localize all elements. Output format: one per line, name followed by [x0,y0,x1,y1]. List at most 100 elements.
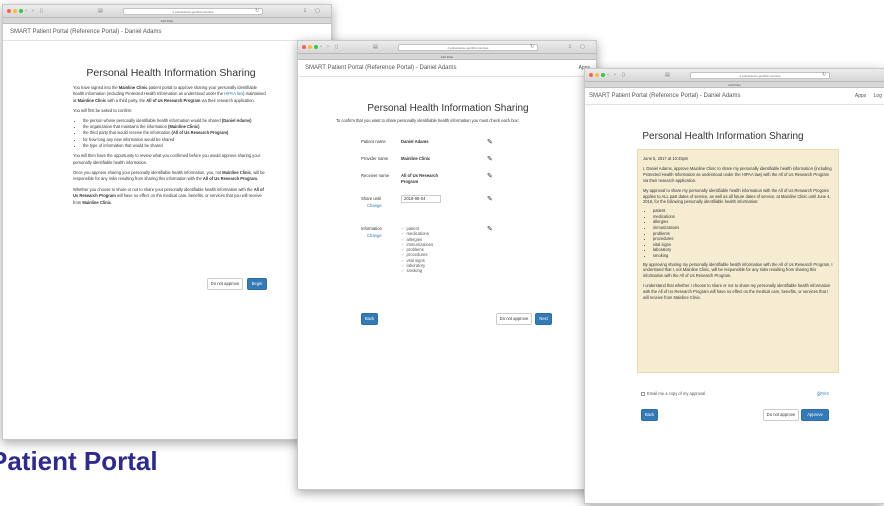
browser-window-confirm: ‹ › ▯ ▤ ri.portal.demo.gsmfhir.com/ces ↻… [297,40,597,490]
downloads-icon[interactable]: ⇩ [303,8,307,14]
browser-toolbar: ‹ › ▯ ▤ ri.portal.demo.gsmfhir.com/ces ↻… [298,41,596,54]
next-button[interactable]: Next [535,313,552,325]
no-effect-statement: I understand that whether I choose to sh… [643,282,831,300]
back-button[interactable]: Back [361,313,378,325]
share-icon[interactable]: ▤ [373,44,378,50]
information-change-link[interactable]: Change [367,233,382,239]
address-bar-url: ri.portal.demo.gsmfhir.com/ces [447,46,489,50]
portal-nav: Apps Log [849,93,882,99]
forward-arrow-icon[interactable]: › [614,72,616,78]
begin-button[interactable]: Begin [247,278,267,290]
email-copy-label: Email me a copy of my approval [647,391,706,396]
reader-icon[interactable]: ▯ [335,44,338,50]
screenshot-stage: ‹ › ▯ ▤ ri.portal.demo.gsmfhir.com/ces ↻… [0,0,884,506]
portal-navbar: SMART Patient Portal (Reference Portal) … [585,88,884,105]
list-item: the type of information that would be sh… [83,143,269,149]
do-not-approve-button[interactable]: Do not approve [763,409,799,421]
approval-scope: My approval to share my personally ident… [643,187,831,205]
patient-name-label: Patient name [361,139,386,144]
list-item[interactable]: smoking [401,268,461,273]
do-not-approve-button[interactable]: Do not approve [207,278,243,290]
browser-toolbar: ‹ › ▯ ▤ ri.portal.demo.gsmfhir.com/ces ↻ [585,69,884,82]
slide-caption: Patient Portal [0,446,158,477]
intro-content: Personal Health Information Sharing You … [73,67,269,206]
back-arrow-icon[interactable]: ‹ [320,44,322,50]
address-bar[interactable]: ri.portal.demo.gsmfhir.com/ces [123,8,263,15]
information-list: patient medications allergies immunizati… [401,226,461,274]
back-button[interactable]: Back [641,409,658,421]
share-until-change-link[interactable]: Change [367,203,382,209]
browser-tab-label: Add Filter [728,83,741,87]
list-item: smoking [653,253,833,259]
forward-arrow-icon[interactable]: › [32,8,34,14]
forward-arrow-icon[interactable]: › [327,44,329,50]
page-title: Personal Health Information Sharing [642,131,804,142]
address-bar[interactable]: ri.portal.demo.gsmfhir.com/ces [690,72,830,79]
reader-icon[interactable]: ▯ [622,72,625,78]
back-arrow-icon[interactable]: ‹ [607,72,609,78]
checkbox-icon[interactable] [641,391,645,396]
share-until-label: Share until [361,196,382,201]
downloads-icon[interactable]: ⇩ [568,44,572,50]
confirm-heading: You will first be asked to confirm: [73,108,133,114]
receiver-name-value: All of Us Research Program [401,173,439,184]
reload-icon[interactable]: ↻ [530,44,534,50]
maximize-window-icon[interactable] [19,9,23,13]
edit-icon[interactable]: ✎ [487,156,493,163]
responsibility-statement: By approving sharing my personally ident… [643,261,833,279]
tabs-icon[interactable]: ▢ [315,8,320,14]
share-icon[interactable]: ▤ [98,8,103,14]
address-bar[interactable]: ri.portal.demo.gsmfhir.com/ces [398,44,538,51]
address-bar-url: ri.portal.demo.gsmfhir.com/ces [739,74,781,78]
share-until-date-field[interactable]: 2018-06-04 [401,195,441,203]
browser-tab-label: Add Filter [160,19,174,23]
review-paragraph: You will then have the opportunity to re… [73,153,261,165]
share-until-date-value: 2018-06-04 [404,196,426,201]
edit-icon[interactable]: ✎ [487,139,493,146]
tabs-icon[interactable]: ▢ [580,44,585,50]
minimize-window-icon[interactable] [308,45,312,49]
portal-brand[interactable]: SMART Patient Portal (Reference Portal) … [589,93,741,99]
portal-navbar: SMART Patient Portal (Reference Portal) … [3,24,331,41]
browser-window-intro: ‹ › ▯ ▤ ri.portal.demo.gsmfhir.com/ces ↻… [2,4,332,440]
portal-brand[interactable]: SMART Patient Portal (Reference Portal) … [305,65,457,71]
close-window-icon[interactable] [302,45,306,49]
risk-paragraph: Once you approve sharing your personally… [73,169,265,182]
approved-data-list: patient medications allergies immunizati… [643,208,833,258]
maximize-window-icon[interactable] [601,73,605,77]
browser-toolbar: ‹ › ▯ ▤ ri.portal.demo.gsmfhir.com/ces ↻… [3,5,331,18]
provider-name-value: Mainline Clinic [401,156,431,161]
maximize-window-icon[interactable] [314,45,318,49]
reload-icon[interactable]: ↻ [822,72,826,78]
provider-name-label: Provider name [361,156,389,161]
intro-paragraph: You have signed into the Mainline Clinic… [73,85,266,103]
reader-icon[interactable]: ▯ [40,8,43,14]
edit-icon[interactable]: ✎ [487,173,493,180]
edit-icon[interactable]: ✎ [487,196,493,203]
reload-icon[interactable]: ↻ [255,8,259,14]
hipaa-link[interactable]: HIPAA law [224,91,243,96]
minimize-window-icon[interactable] [595,73,599,77]
browser-window-review: ‹ › ▯ ▤ ri.portal.demo.gsmfhir.com/ces ↻… [584,68,884,504]
back-arrow-icon[interactable]: ‹ [25,8,27,14]
portal-navbar: SMART Patient Portal (Reference Portal) … [298,60,596,77]
print-link[interactable]: ⎙Print [817,391,829,397]
page-title: Personal Health Information Sharing [367,103,529,114]
approval-notice: June 5, 2017 at 10:45pm I, Daniel Adams,… [637,149,839,373]
close-window-icon[interactable] [7,9,11,13]
portal-brand[interactable]: SMART Patient Portal (Reference Portal) … [10,29,162,35]
address-bar-url: ri.portal.demo.gsmfhir.com/ces [172,10,214,14]
nav-log-link[interactable]: Log [874,93,882,99]
share-icon[interactable]: ▤ [665,72,670,78]
nav-apps-link[interactable]: Apps [855,93,866,99]
edit-icon[interactable]: ✎ [487,226,493,233]
email-copy-checkbox[interactable]: Email me a copy of my approval [641,391,705,397]
approval-statement: I, Daniel Adams, approve Mainline Clinic… [643,166,832,183]
do-not-approve-button[interactable]: Do not approve [496,313,532,325]
close-window-icon[interactable] [589,73,593,77]
no-effect-paragraph: Whether you choose to share or not to sh… [73,186,264,205]
browser-tab-label: Add Filter [440,55,454,59]
approve-button[interactable]: Approve [801,409,829,421]
print-label: Print [820,391,829,396]
minimize-window-icon[interactable] [13,9,17,13]
